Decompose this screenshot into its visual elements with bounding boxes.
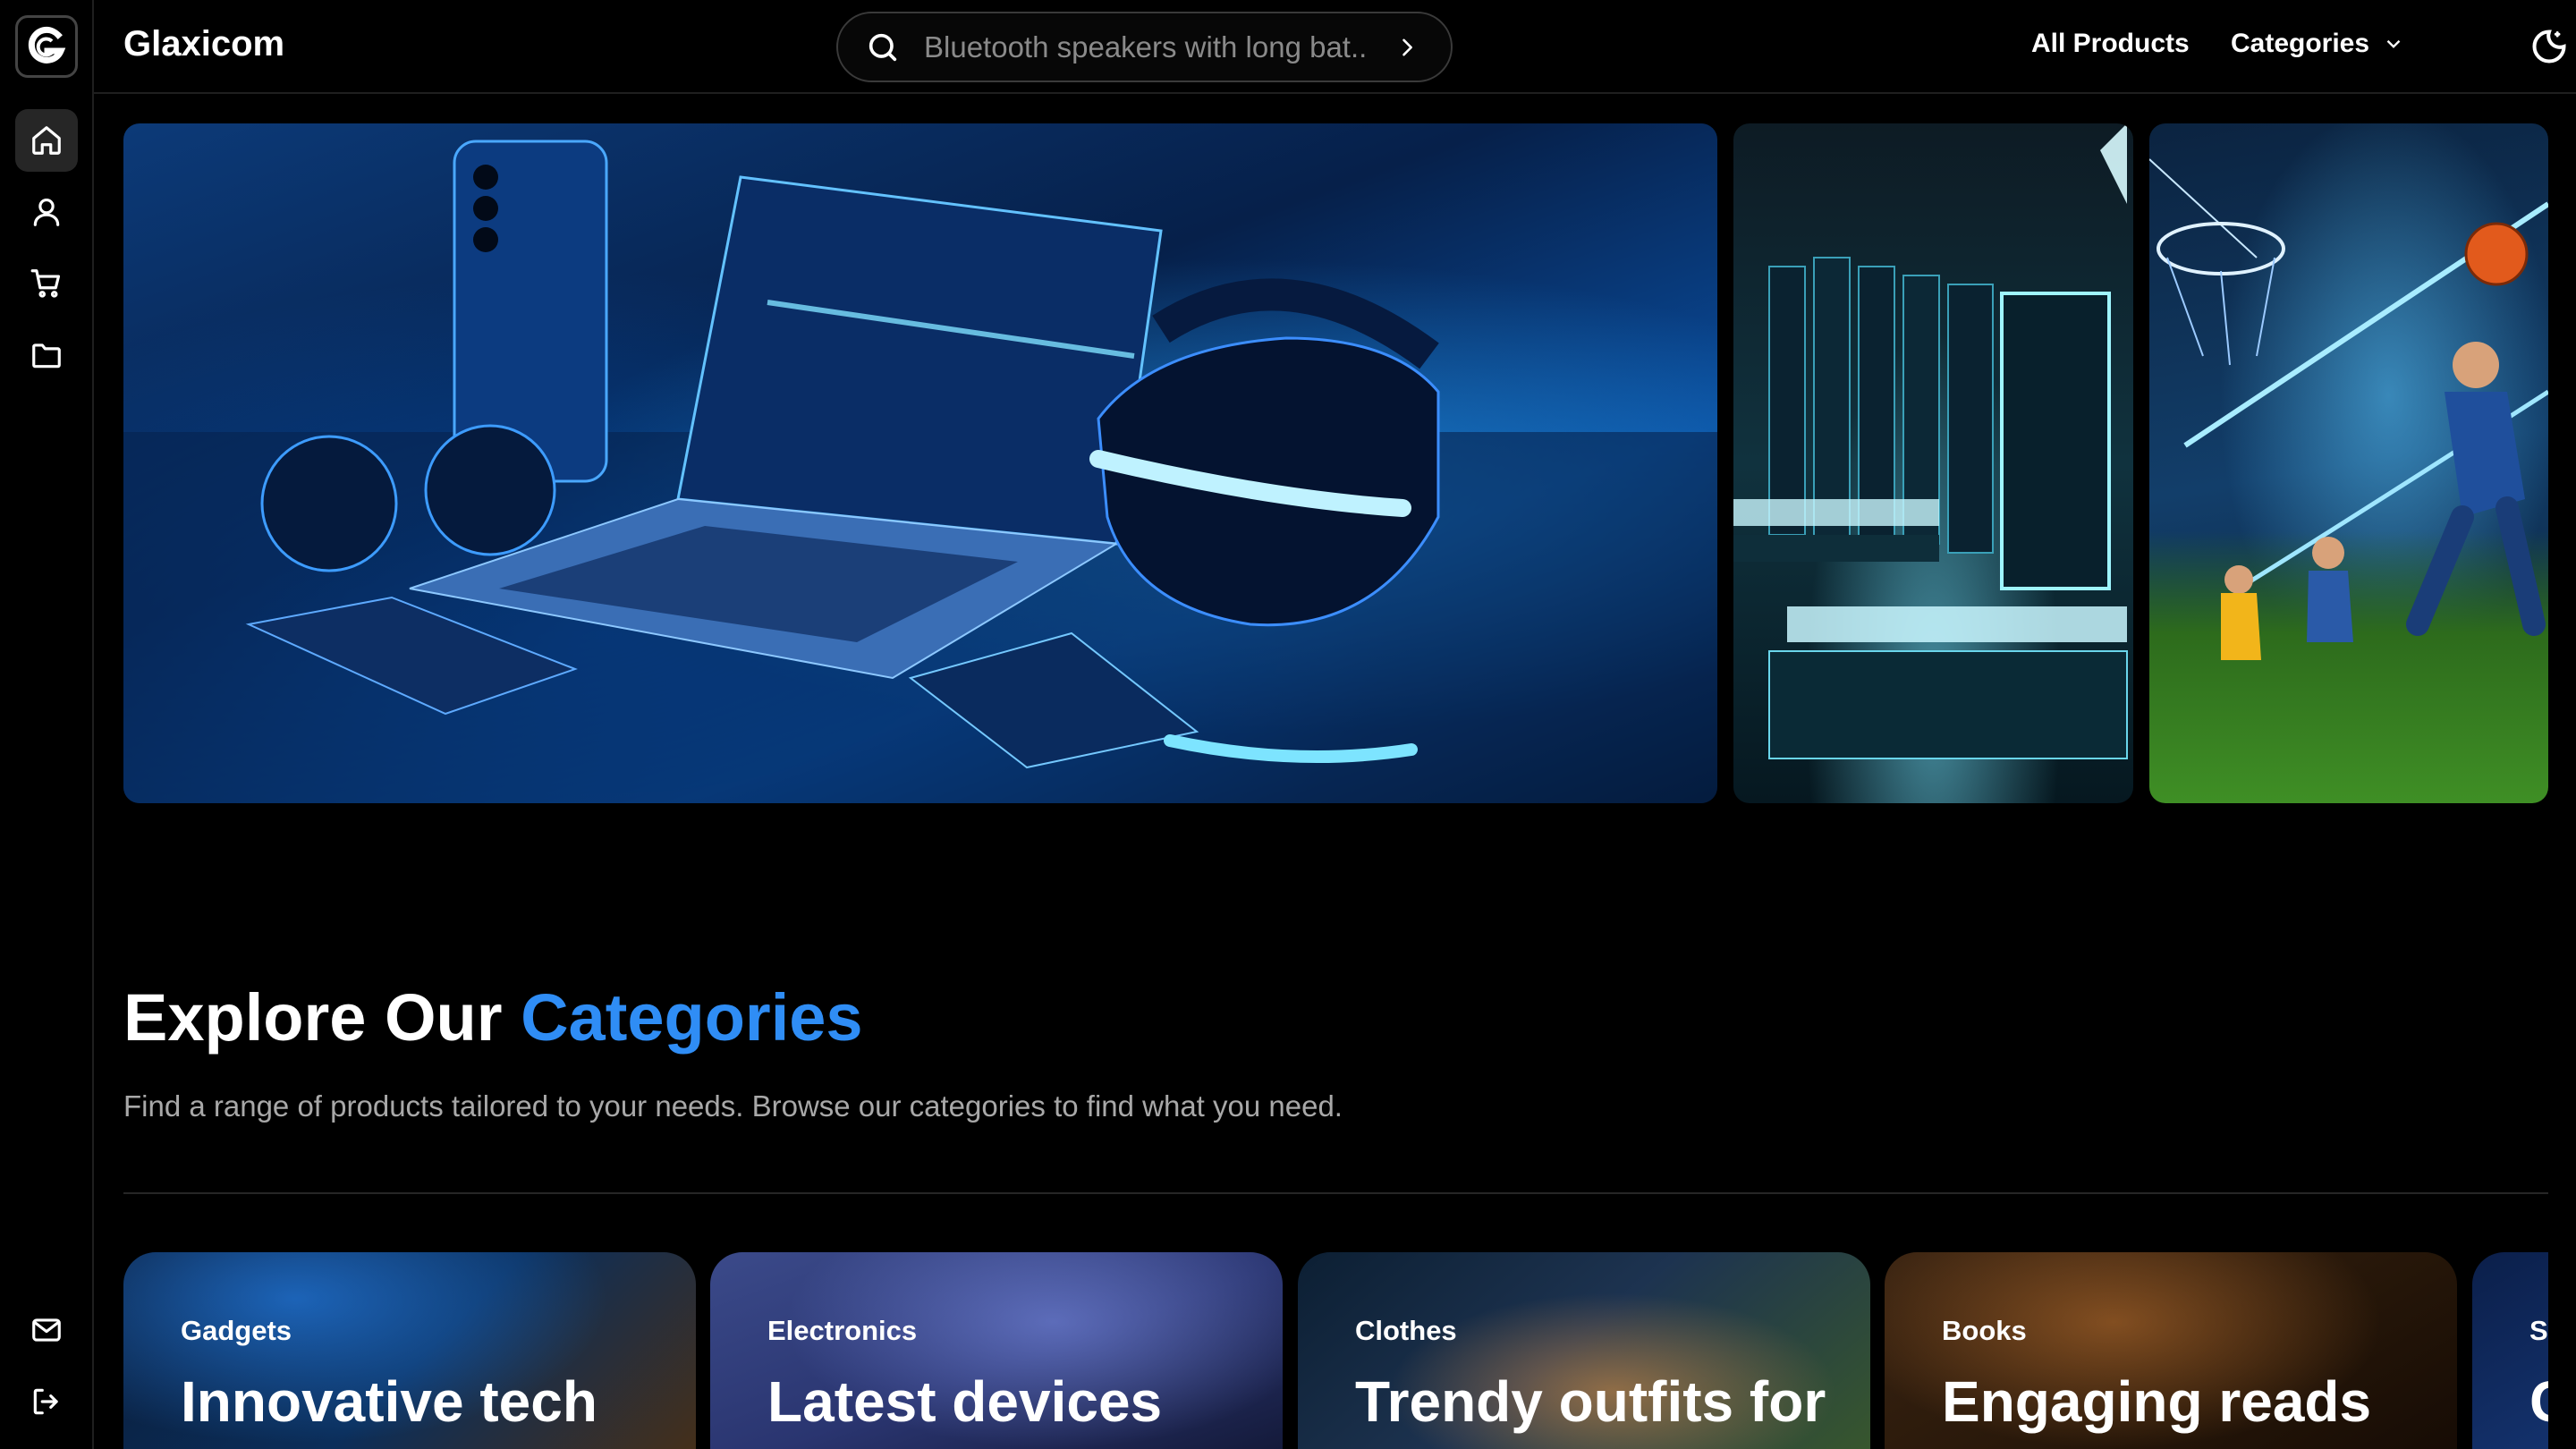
search-input[interactable] [924,30,1389,64]
logout-icon [33,1388,58,1415]
theme-toggle[interactable] [2529,27,2569,66]
section-title: Explore Our Categories [123,979,863,1055]
section-title-main: Explore Our [123,980,521,1055]
home-icon [32,126,61,155]
top-header: Glaxicom All Products Categories [94,0,2576,94]
category-card-sports[interactable]: Sp C [2472,1252,2548,1449]
category-label: Clothes [1355,1315,1457,1346]
hero-slide-tech[interactable] [123,123,1717,803]
folder-icon [32,343,61,369]
sidebar-item-files[interactable] [15,324,78,386]
hero-slide-sports[interactable] [2149,123,2548,803]
search-icon [865,30,901,65]
nav-all-products[interactable]: All Products [2031,29,2190,59]
cart-icon [30,269,61,298]
search-bar[interactable] [836,12,1453,82]
section-subtitle: Find a range of products tailored to you… [123,1089,1343,1123]
section-title-accent: Categories [521,980,863,1055]
tech-devices-image [123,140,1717,803]
category-headline: Trendy outfits for [1355,1369,1826,1434]
category-carousel: Gadgets Innovative tech Electronics Late… [123,1252,2548,1449]
category-label: Books [1942,1315,2027,1346]
sidebar-item-home[interactable] [15,109,78,172]
sidebar-item-mail[interactable] [15,1299,78,1361]
sidebar [0,0,94,1449]
category-card-clothes[interactable]: Clothes Trendy outfits for [1298,1252,1870,1449]
brand-name[interactable]: Glaxicom [123,24,284,64]
mail-icon [32,1318,61,1342]
logo-icon [28,26,66,64]
chevron-down-icon [2386,39,2401,48]
sidebar-item-cart[interactable] [15,252,78,315]
sidebar-item-logout[interactable] [15,1370,78,1433]
nav-categories-dropdown[interactable]: Categories [2231,29,2405,59]
category-headline: Innovative tech [181,1369,597,1434]
category-label: Sp [2529,1315,2548,1346]
category-card-books[interactable]: Books Engaging reads [1885,1252,2457,1449]
logo[interactable] [15,15,78,78]
category-label: Gadgets [181,1315,292,1346]
chevron-right-icon[interactable] [1394,35,1419,60]
category-headline: C [2529,1368,2548,1435]
moon-icon [2532,30,2566,64]
category-card-electronics[interactable]: Electronics Latest devices [710,1252,1283,1449]
nav-categories-label: Categories [2231,29,2370,58]
category-headline: Engaging reads [1942,1369,2372,1434]
sports-image [2149,158,2548,660]
sidebar-item-profile[interactable] [15,181,78,243]
books-image [1733,123,2128,759]
category-card-gadgets[interactable]: Gadgets Innovative tech [123,1252,696,1449]
category-label: Electronics [767,1315,918,1346]
user-icon [33,198,60,226]
category-headline: Latest devices [767,1369,1163,1434]
divider [123,1192,2548,1194]
hero-slide-books[interactable] [1733,123,2133,803]
